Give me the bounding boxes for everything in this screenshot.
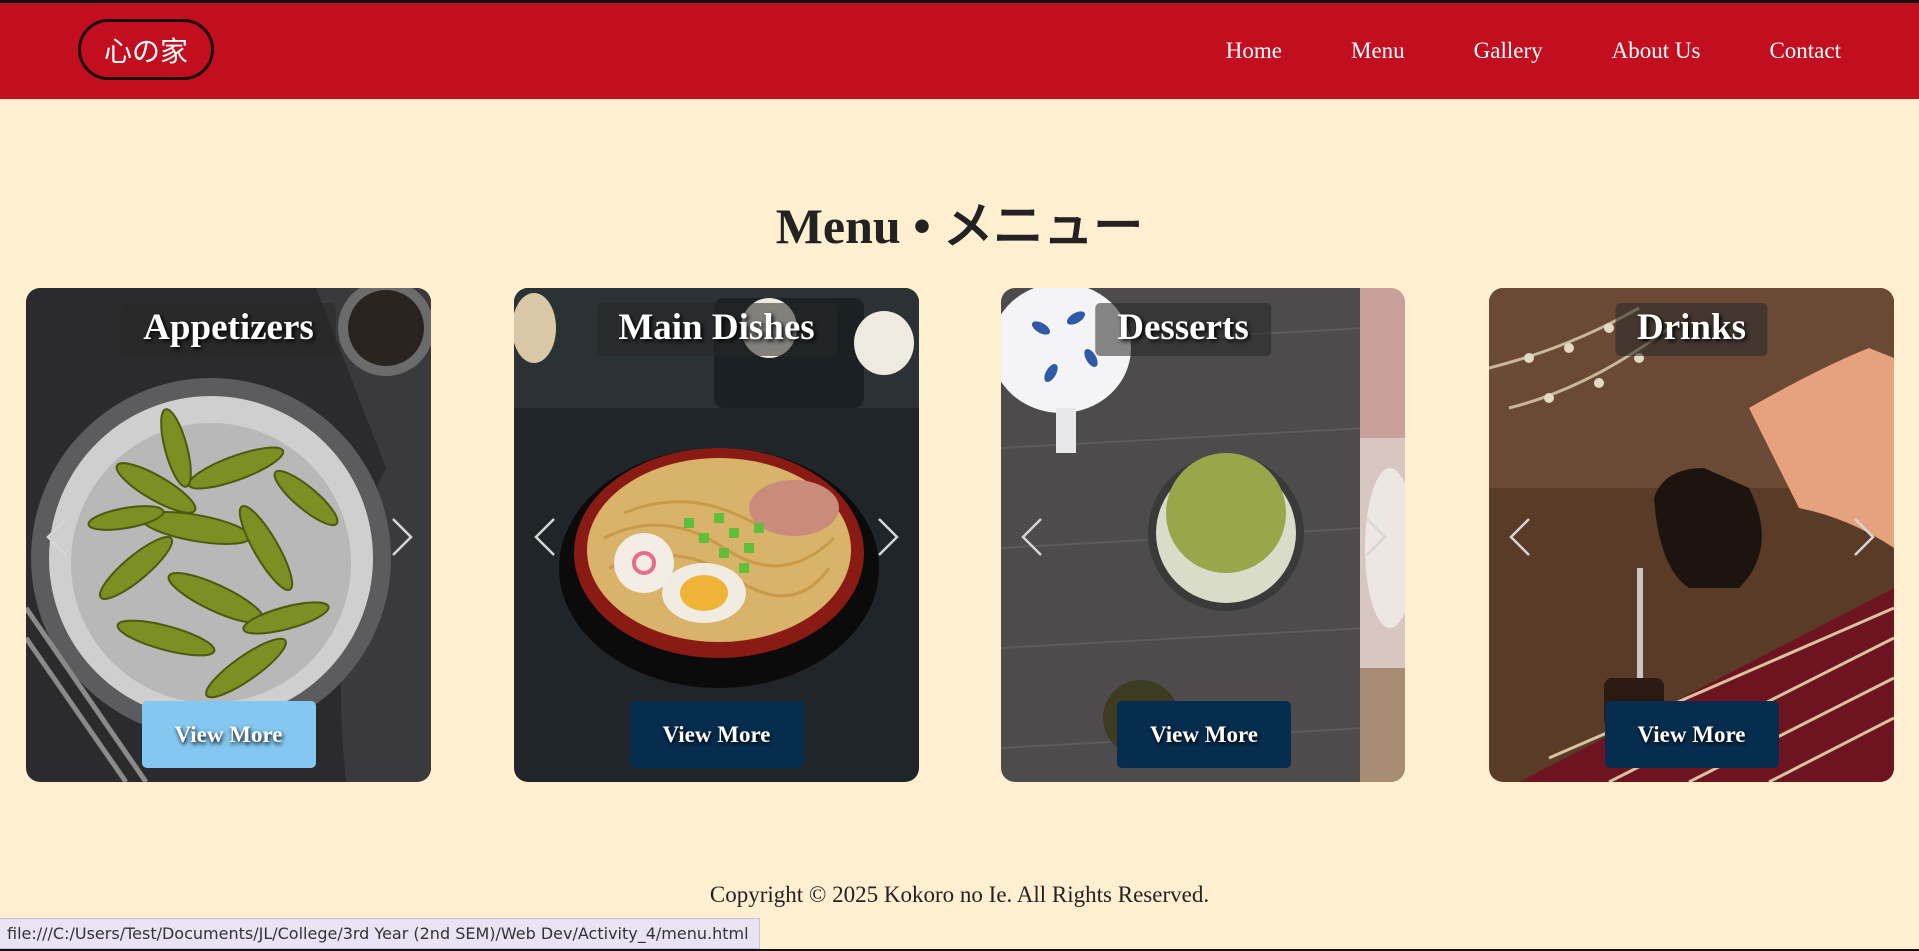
nav-gallery[interactable]: Gallery [1474, 38, 1543, 64]
site-logo[interactable]: 心の家 [78, 19, 214, 80]
menu-card-desserts: Desserts View More [1001, 288, 1365, 782]
chevron-right-icon [878, 518, 899, 556]
card-title: Desserts [1095, 303, 1271, 356]
nav-home[interactable]: Home [1226, 38, 1282, 64]
nav-menu[interactable]: Menu [1351, 38, 1405, 64]
view-more-button[interactable]: View More [1117, 701, 1291, 768]
desserts-prev-arrow[interactable] [1017, 515, 1047, 559]
main-dishes-next-arrow[interactable] [873, 515, 903, 559]
card-title: Main Dishes [596, 303, 837, 356]
chevron-left-icon [1021, 518, 1042, 556]
view-more-button[interactable]: View More [1604, 701, 1779, 768]
menu-card-appetizers: Appetizers View More [26, 288, 431, 782]
main-dishes-prev-arrow[interactable] [530, 515, 560, 559]
main-nav: Home Menu Gallery About Us Contact [1157, 3, 1841, 99]
drinks-prev-arrow[interactable] [1505, 515, 1535, 559]
desserts-next-arrow[interactable] [1361, 515, 1391, 559]
menu-card-drinks: Drinks View More [1489, 288, 1894, 782]
appetizers-next-arrow[interactable] [387, 515, 417, 559]
drinks-next-arrow[interactable] [1849, 515, 1879, 559]
chevron-left-icon [534, 518, 555, 556]
chevron-left-icon [46, 518, 67, 556]
nav-about-us[interactable]: About Us [1612, 38, 1701, 64]
footer-copyright: Copyright © 2025 Kokoro no Ie. All Right… [709, 882, 1210, 907]
chevron-left-icon [1509, 518, 1530, 556]
status-bar-url: file:///C:/Users/Test/Documents/JL/Colle… [0, 918, 760, 949]
nav-contact[interactable]: Contact [1769, 38, 1841, 64]
view-more-button[interactable]: View More [629, 701, 804, 768]
site-header: 心の家 Home Menu Gallery About Us Contact [0, 3, 1919, 99]
chevron-right-icon [392, 518, 413, 556]
card-title: Appetizers [121, 303, 336, 356]
card-title: Drinks [1615, 303, 1768, 356]
menu-card-main-dishes: Main Dishes View More [514, 288, 919, 782]
chevron-right-icon [1854, 518, 1875, 556]
chevron-right-icon [1366, 518, 1387, 556]
page-title: Menu • メニュー [775, 198, 1144, 254]
view-more-button[interactable]: View More [141, 701, 316, 768]
appetizers-prev-arrow[interactable] [42, 515, 72, 559]
